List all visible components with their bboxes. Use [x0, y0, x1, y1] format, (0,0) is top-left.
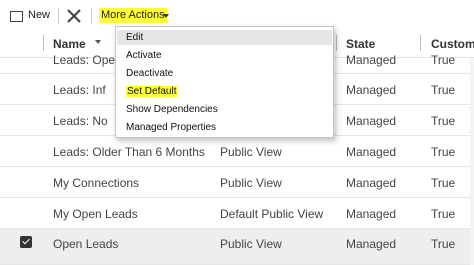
menu-item-label: Activate [126, 50, 162, 61]
new-button[interactable]: New [28, 9, 50, 21]
scrollbar[interactable] [470, 58, 474, 265]
row-customizable: True [431, 145, 456, 159]
menu-item-label: Set Default [126, 86, 178, 97]
menu-item-label: Show Dependencies [126, 104, 218, 115]
column-divider [43, 35, 44, 51]
row-customizable: True [431, 53, 456, 67]
row-customizable: True [431, 207, 456, 221]
menu-item-label: Managed Properties [126, 122, 217, 133]
row-state: Managed [346, 145, 397, 159]
column-divider [336, 35, 337, 51]
more-actions-button[interactable]: More Actions [99, 8, 167, 23]
toolbar-divider [58, 8, 59, 24]
row-name[interactable]: Leads: No [53, 114, 108, 128]
delete-icon[interactable] [66, 7, 82, 25]
row-type: Public View [220, 145, 282, 159]
more-actions-menu: Edit Activate Deactivate Set Default Sho… [115, 26, 334, 138]
row-state: Managed [346, 237, 397, 251]
table-row[interactable]: My Connections Public View Managed True [0, 167, 474, 198]
sort-chevron-icon[interactable] [95, 40, 101, 44]
row-customizable: True [431, 114, 456, 128]
row-name[interactable]: Open Leads [53, 237, 118, 251]
row-type: Public View [220, 176, 282, 190]
row-state: Managed [346, 176, 397, 190]
row-type: Default Public View [220, 207, 324, 221]
toolbar-divider [91, 8, 92, 24]
row-checkbox[interactable] [20, 236, 32, 248]
row-customizable: True [431, 176, 456, 190]
row-state: Managed [346, 53, 397, 67]
menu-item-activate[interactable]: Activate [126, 48, 162, 63]
column-header-state[interactable]: State [346, 37, 375, 51]
row-customizable: True [431, 83, 456, 97]
row-state: Managed [346, 83, 397, 97]
row-state: Managed [346, 114, 397, 128]
new-icon[interactable] [10, 11, 23, 22]
chevron-down-icon[interactable] [163, 14, 169, 18]
row-name[interactable]: Leads: Older Than 6 Months [53, 145, 205, 159]
row-name[interactable]: Leads: Ope [53, 53, 115, 67]
row-name[interactable]: My Open Leads [53, 207, 138, 221]
menu-item-label: Deactivate [126, 68, 174, 79]
menu-item-deactivate[interactable]: Deactivate [126, 66, 173, 81]
column-header-name[interactable]: Name [53, 37, 86, 51]
column-divider [420, 35, 421, 51]
menu-item-show-dependencies[interactable]: Show Dependencies [126, 102, 218, 117]
table-row[interactable]: Leads: Older Than 6 Months Public View M… [0, 136, 474, 167]
row-name[interactable]: Leads: Inf [53, 83, 106, 97]
menu-item-edit[interactable]: Edit [117, 30, 332, 45]
menu-item-label: Edit [126, 32, 144, 43]
row-state: Managed [346, 207, 397, 221]
row-type: Public View [220, 237, 282, 251]
menu-item-set-default[interactable]: Set Default [126, 84, 178, 99]
table-row-selected[interactable]: Open Leads Public View Managed True [0, 229, 474, 265]
row-name[interactable]: My Connections [53, 176, 139, 190]
column-header-customizable[interactable]: Customiz [431, 37, 474, 51]
row-customizable: True [431, 237, 456, 251]
table-row[interactable]: My Open Leads Default Public View Manage… [0, 198, 474, 229]
menu-item-managed-properties[interactable]: Managed Properties [126, 120, 216, 135]
